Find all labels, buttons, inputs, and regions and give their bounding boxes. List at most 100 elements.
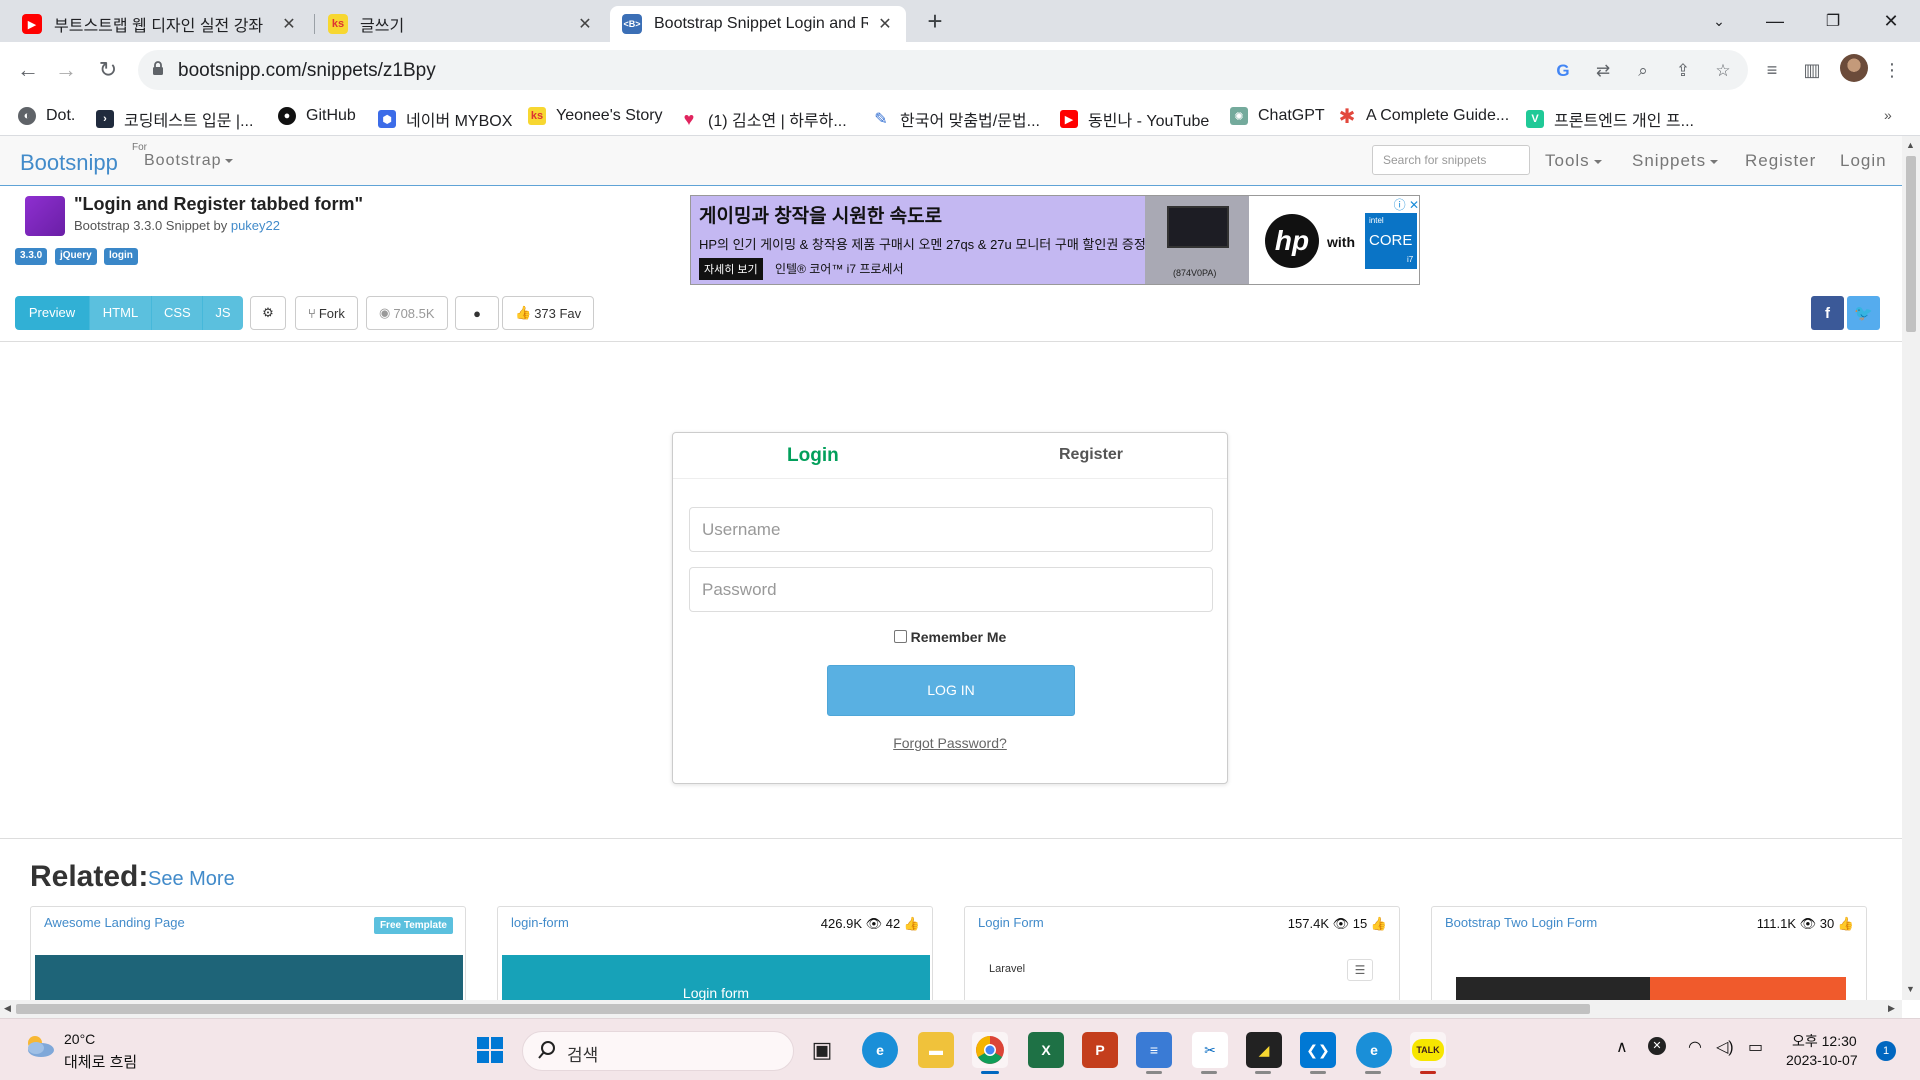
related-card[interactable]: Awesome Landing Page Free Template [30, 906, 466, 1000]
ad-close-icon[interactable]: ⓘ ✕ [1394, 196, 1419, 213]
tab-html[interactable]: HTML [90, 296, 152, 330]
edge-icon[interactable]: e [862, 1032, 898, 1068]
bookmark-item[interactable]: V 프론트엔드 개인 프... [1526, 107, 1694, 131]
excel-icon[interactable]: X [1028, 1032, 1064, 1068]
forward-icon[interactable]: → [52, 56, 80, 84]
password-input[interactable]: Password [689, 567, 1213, 612]
profile-avatar[interactable] [1840, 54, 1868, 82]
related-card[interactable]: Bootstrap Two Login Form 111.1K 👁 30 👍 [1431, 906, 1867, 1000]
back-icon[interactable]: ← [14, 56, 42, 84]
ad-cta-button[interactable]: 자세히 보기 [699, 258, 763, 280]
tag-label[interactable]: jQuery [55, 248, 97, 265]
bookmark-item[interactable]: ✺ ChatGPT [1230, 107, 1325, 125]
more-bookmarks-icon[interactable]: » [1884, 107, 1892, 123]
scroll-down-icon[interactable]: ▼ [1906, 984, 1915, 994]
snipping-tool-icon[interactable]: ✂ [1192, 1032, 1228, 1068]
sticky-notes-icon[interactable]: ◢ [1246, 1032, 1282, 1068]
google-icon[interactable]: G [1552, 60, 1574, 82]
related-card[interactable]: login-form 426.9K 👁 42 👍 Login form [497, 906, 933, 1000]
scroll-right-icon[interactable]: ▶ [1888, 1003, 1895, 1014]
bookmark-item[interactable]: ✎ 한국어 맞춤법/문법... [872, 107, 1040, 131]
edge-dev-icon[interactable]: e [1356, 1032, 1392, 1068]
bookmark-item[interactable]: ▶ 동빈나 - YouTube [1060, 107, 1209, 131]
horizontal-scrollbar[interactable]: ◀ ▶ [0, 1000, 1902, 1018]
vscode-icon[interactable]: ❮❯ [1300, 1032, 1336, 1068]
notepad-icon[interactable]: ≡ [1136, 1032, 1172, 1068]
tray-app-icon[interactable]: ✕ [1648, 1037, 1666, 1055]
username-input[interactable]: Username [689, 507, 1213, 552]
bookmark-item[interactable]: ⬢ 네이버 MYBOX [378, 107, 512, 131]
tools-menu[interactable]: Tools [1545, 151, 1602, 171]
facebook-share-button[interactable]: f [1811, 296, 1844, 330]
translate-icon[interactable]: ⇄ [1592, 60, 1614, 82]
clock-time[interactable]: 오후 12:30 [1792, 1031, 1857, 1051]
side-panel-icon[interactable]: ▥ [1798, 56, 1826, 84]
bookmark-item[interactable]: › 코딩테스트 입문 |... [96, 107, 253, 131]
menu-icon[interactable]: ⋮ [1878, 56, 1906, 84]
bookmark-item[interactable]: ks Yeonee's Story [528, 107, 663, 125]
bookmark-star-icon[interactable]: ☆ [1712, 60, 1734, 82]
media-control-icon[interactable]: ≡ [1758, 56, 1786, 84]
kakaotalk-icon[interactable]: TALK [1410, 1032, 1446, 1068]
weather-temperature[interactable]: 20°C [64, 1031, 95, 1047]
battery-icon[interactable]: ▭ [1748, 1037, 1763, 1057]
close-window-button[interactable]: ✕ [1866, 0, 1916, 42]
cloud-sun-icon[interactable] [22, 1033, 56, 1059]
hp-ad-banner[interactable]: 게이밍과 창작을 시원한 속도로 HP의 인기 게이밍 & 창작용 제품 구매시… [690, 195, 1420, 285]
see-more-link[interactable]: See More [148, 868, 235, 891]
card-thumbnail[interactable]: Login form [502, 955, 930, 1000]
tab-register[interactable]: Register [1059, 446, 1123, 464]
tab-css[interactable]: CSS [152, 296, 203, 330]
tab-js[interactable]: JS [203, 296, 243, 330]
tab-writing[interactable]: ks 글쓰기 ✕ [316, 6, 606, 42]
bookmark-item[interactable]: ◐ Dot. [18, 107, 75, 125]
new-tab-button[interactable]: + [920, 6, 950, 36]
site-brand[interactable]: Bootsnipp [20, 150, 118, 176]
file-explorer-icon[interactable]: ▬ [918, 1032, 954, 1068]
show-hidden-icons[interactable]: ∧ [1616, 1037, 1628, 1057]
forgot-password-link[interactable]: Forgot Password? [673, 735, 1227, 751]
clock-date[interactable]: 2023-10-07 [1786, 1052, 1858, 1068]
reload-icon[interactable]: ↻ [94, 56, 122, 84]
favorite-button[interactable]: 👍 373 Fav [502, 296, 595, 330]
snippets-menu[interactable]: Snippets [1632, 151, 1719, 171]
login-button[interactable]: LOG IN [827, 665, 1075, 716]
views-button[interactable]: ◉ 708.5K [366, 296, 448, 330]
notification-badge[interactable]: 1 [1876, 1041, 1896, 1061]
wifi-icon[interactable]: ◠ [1688, 1037, 1702, 1057]
close-icon[interactable]: ✕ [876, 14, 894, 34]
tag-label[interactable]: login [104, 248, 138, 265]
tab-search-icon[interactable]: ⌄ [1694, 0, 1744, 42]
bookmark-item[interactable]: ✱ A Complete Guide... [1338, 106, 1510, 128]
card-title[interactable]: Awesome Landing Page [44, 915, 185, 930]
card-title[interactable]: login-form [511, 915, 569, 930]
fork-button[interactable]: ⑂ Fork [295, 296, 358, 330]
register-link[interactable]: Register [1745, 151, 1816, 171]
share-icon[interactable]: ⇪ [1672, 60, 1694, 82]
minimize-button[interactable]: — [1750, 0, 1800, 42]
scroll-thumb[interactable] [16, 1004, 1590, 1014]
remember-me-label[interactable]: Remember Me [911, 629, 1007, 645]
related-card[interactable]: Login Form 157.4K 👁 15 👍 Laravel ☰ [964, 906, 1400, 1000]
twitter-share-button[interactable]: 🐦 [1847, 296, 1880, 330]
scroll-left-icon[interactable]: ◀ [4, 1003, 11, 1014]
tag-label[interactable]: 3.3.0 [15, 248, 48, 265]
address-bar[interactable]: bootsnipp.com/snippets/z1Bpy G ⇄ ⌕ ⇪ ☆ [138, 50, 1748, 90]
tab-bootsnipp[interactable]: <B> Bootstrap Snippet Login and Re ✕ [610, 6, 906, 42]
remember-me-checkbox[interactable] [893, 630, 907, 643]
author-link[interactable]: pukey22 [231, 218, 280, 233]
login-link[interactable]: Login [1840, 151, 1887, 171]
task-view-icon[interactable]: ▣ [804, 1032, 840, 1068]
powerpoint-icon[interactable]: P [1082, 1032, 1118, 1068]
card-title[interactable]: Login Form [978, 915, 1044, 930]
volume-icon[interactable]: ◁) [1716, 1037, 1734, 1057]
scroll-up-icon[interactable]: ▲ [1906, 140, 1915, 150]
tab-login[interactable]: Login [787, 445, 839, 467]
comments-button[interactable]: ● [455, 296, 499, 330]
bookmark-item[interactable]: ● GitHub [278, 107, 356, 125]
start-button[interactable] [472, 1032, 508, 1068]
framework-dropdown[interactable]: Bootstrap [144, 152, 234, 170]
settings-button[interactable]: ⚙ [250, 296, 286, 330]
snippet-search-input[interactable]: Search for snippets [1372, 145, 1530, 175]
close-icon[interactable]: ✕ [576, 14, 594, 34]
